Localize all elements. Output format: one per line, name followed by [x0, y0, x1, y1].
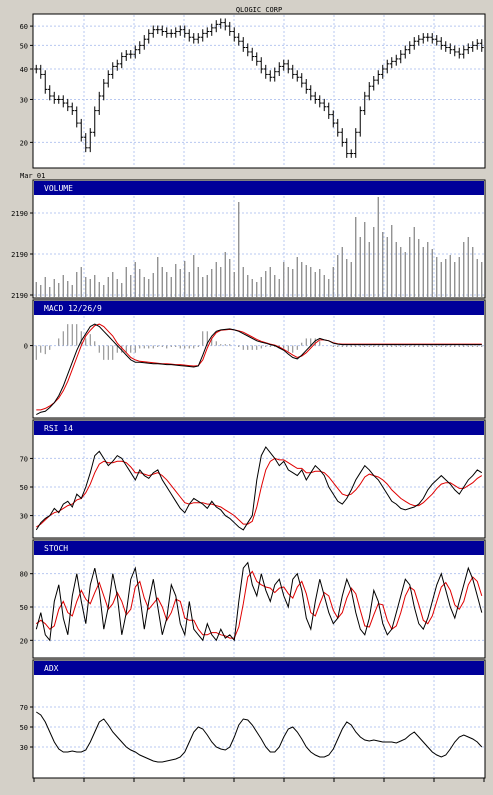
y-tick-label: 80 — [20, 571, 28, 579]
rsi-header-bar — [34, 421, 484, 435]
stoch-header-bar — [34, 541, 484, 555]
y-tick-label: 30 — [20, 513, 28, 521]
y-tick-label: 50 — [20, 42, 28, 50]
chart-title: QLOGIC CORP — [236, 6, 282, 14]
price-plot-area — [32, 13, 486, 169]
y-tick-label: 40 — [20, 66, 28, 74]
y-tick-label: 2190 — [11, 210, 28, 218]
rsi-header: RSI 14 — [44, 424, 73, 433]
price-panel: QLOGIC CORP 20 30 40 50 60 Mar 01 — [20, 6, 486, 180]
y-tick-label: 20 — [20, 139, 28, 147]
y-tick-label: 50 — [20, 604, 28, 612]
macd-panel: MACD 12/26/9 0 — [24, 299, 486, 419]
macd-plot-area — [32, 299, 486, 419]
rsi-panel: RSI 14 30 50 70 — [20, 419, 486, 539]
y-tick-label: 70 — [20, 455, 28, 463]
macd-header: MACD 12/26/9 — [44, 304, 102, 313]
y-tick-label: 30 — [20, 744, 28, 752]
stoch-panel: STOCH 20 50 80 — [20, 539, 486, 659]
volume-plot-area — [32, 179, 486, 299]
y-tick-label: 2190 — [11, 251, 28, 259]
y-tick-label: 0 — [24, 343, 28, 351]
adx-header: ADX — [44, 664, 59, 673]
y-tick-label: 60 — [20, 23, 28, 31]
x-start-label: Mar 01 — [20, 172, 45, 180]
adx-panel: ADX 30 50 70 — [20, 659, 486, 782]
adx-header-bar — [34, 661, 484, 675]
stoch-header: STOCH — [44, 544, 68, 553]
volume-panel: VOLUME 2190 2190 2190 — [11, 179, 486, 300]
y-tick-label: 50 — [20, 724, 28, 732]
y-tick-label: 70 — [20, 704, 28, 712]
volume-header: VOLUME — [44, 184, 73, 193]
adx-plot-area — [32, 659, 486, 779]
rsi-plot-area — [32, 419, 486, 539]
volume-header-bar — [34, 181, 484, 195]
y-tick-label: 30 — [20, 96, 28, 104]
y-tick-label: 50 — [20, 484, 28, 492]
y-tick-label: 20 — [20, 637, 28, 645]
y-tick-label: 2190 — [11, 292, 28, 300]
chart-canvas: QLOGIC CORP 20 30 40 50 60 Mar 01 VOLUME 219… — [0, 0, 493, 795]
